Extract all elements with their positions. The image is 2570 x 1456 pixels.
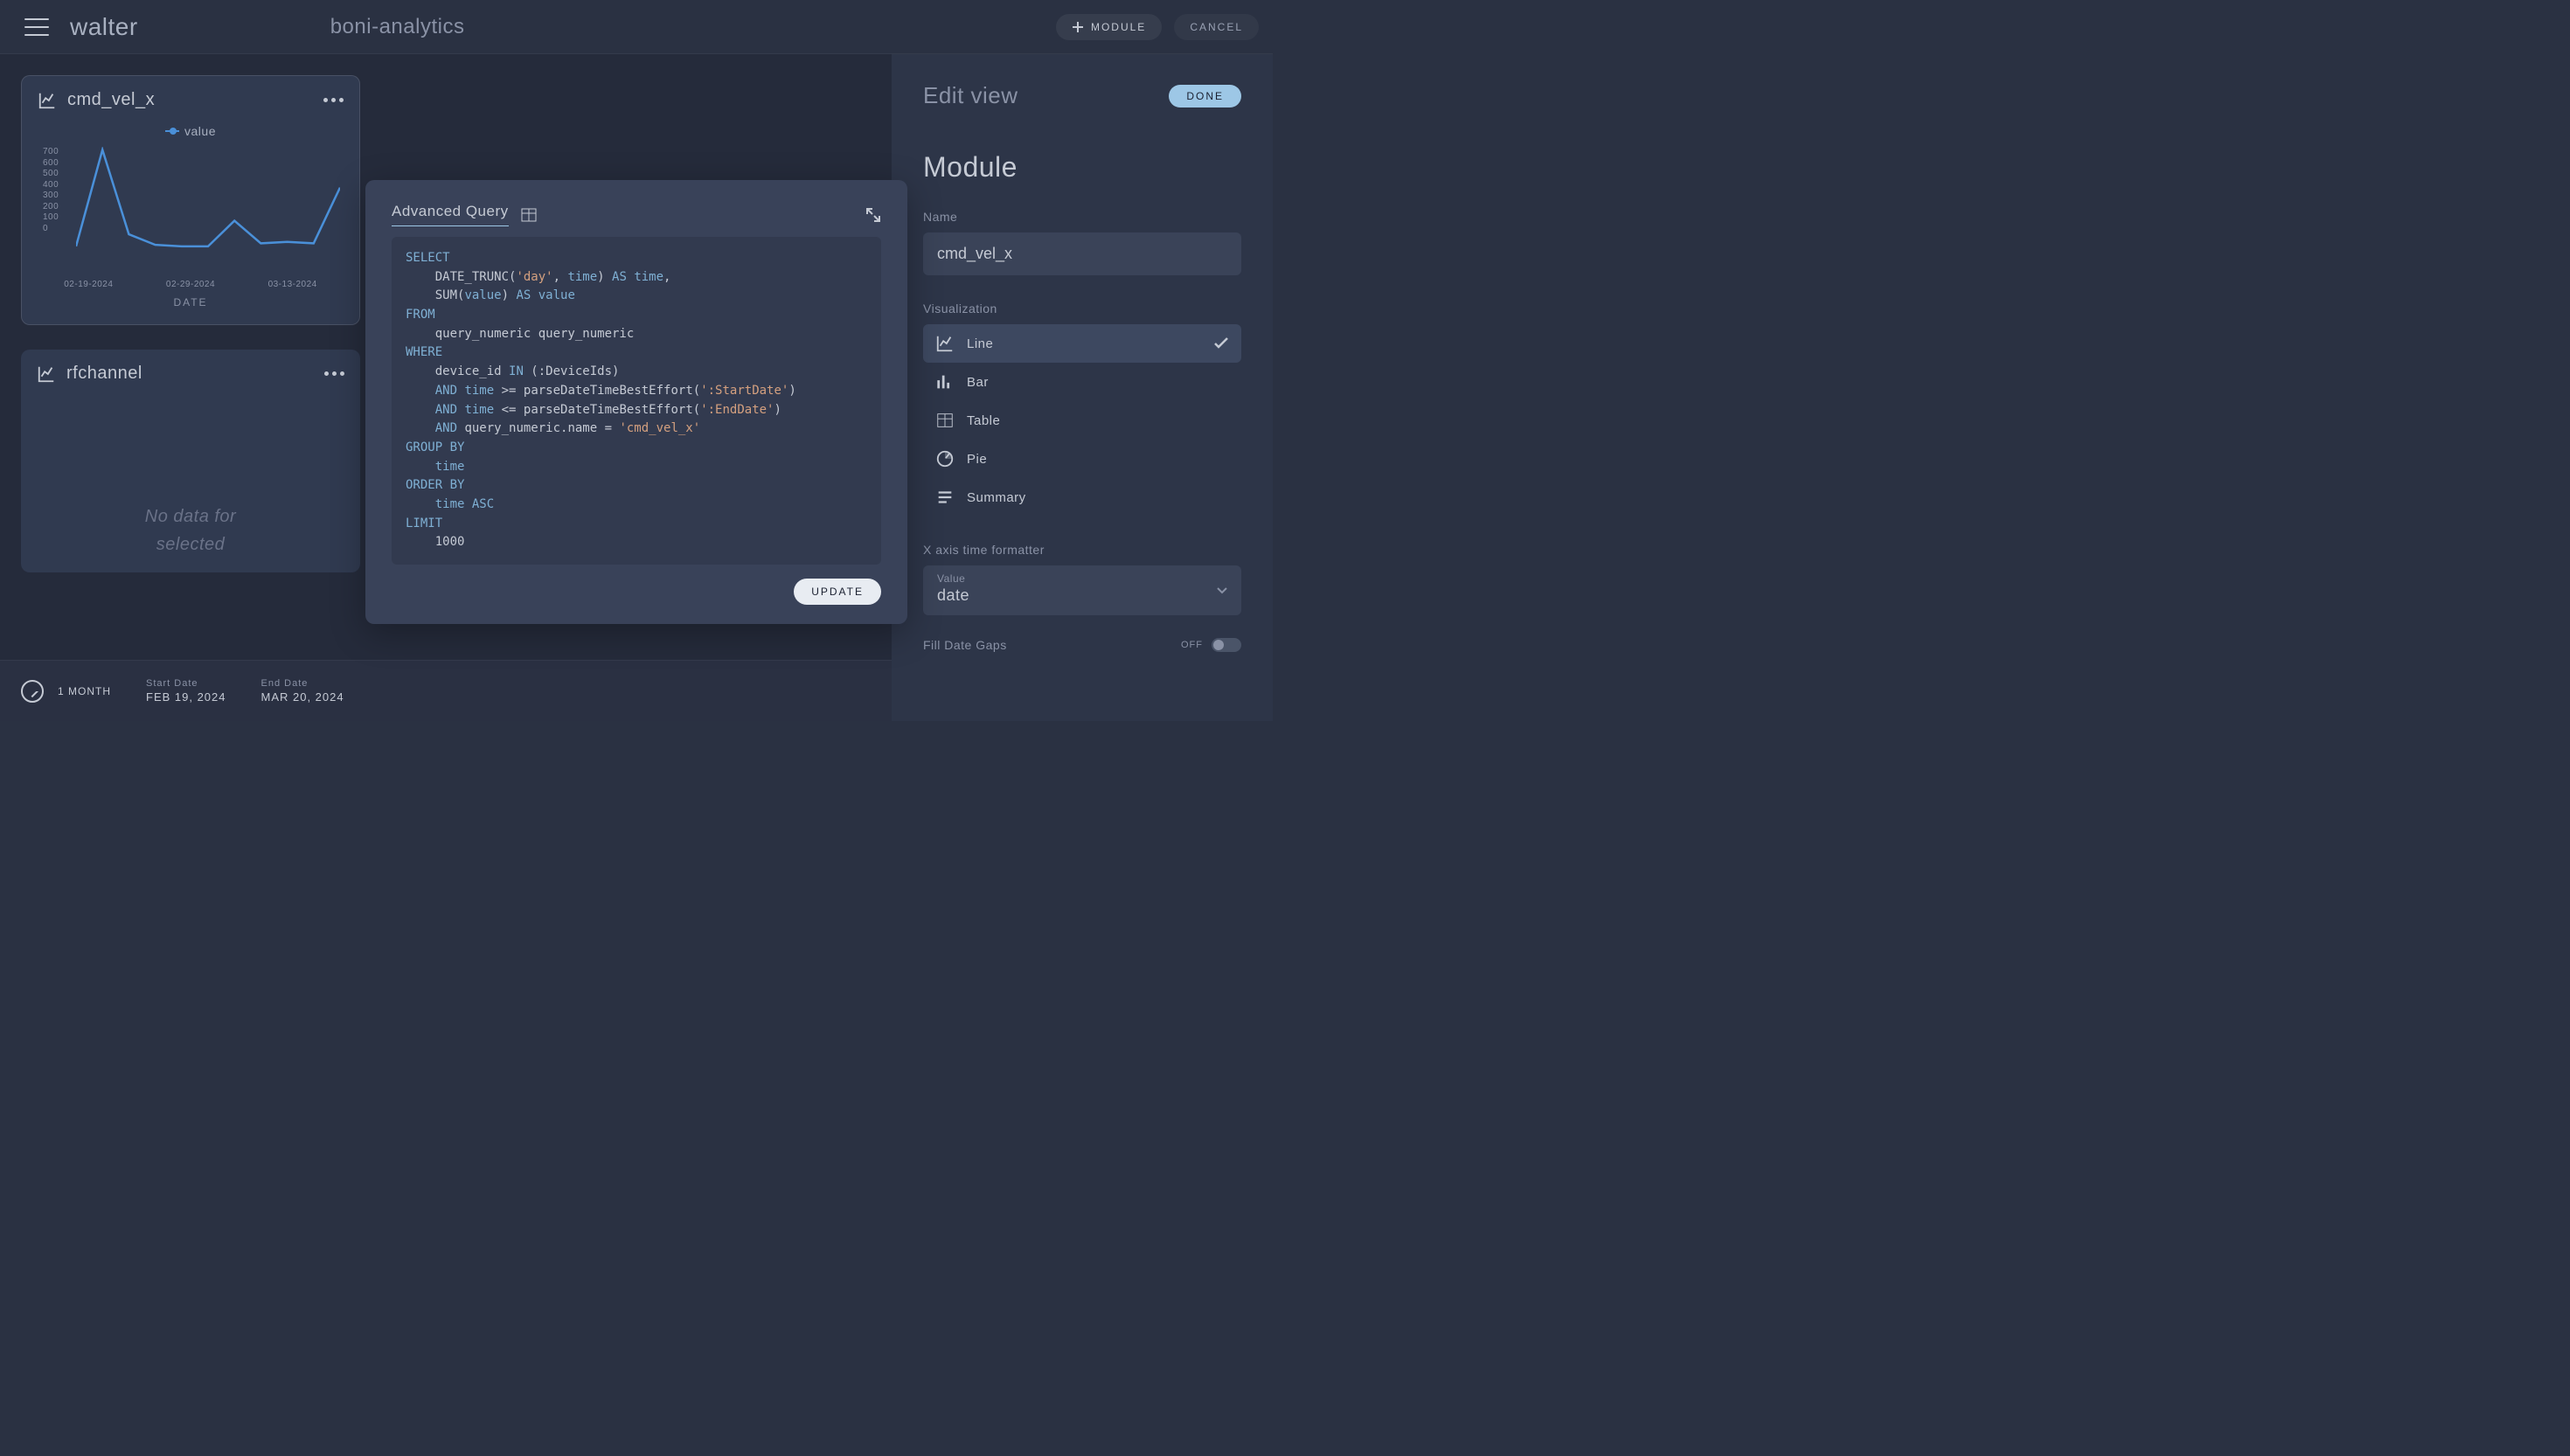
vis-option-pie[interactable]: Pie bbox=[923, 440, 1241, 478]
chevron-down-icon bbox=[1217, 587, 1227, 594]
module-title: cmd_vel_x bbox=[67, 90, 313, 110]
legend-marker-icon bbox=[165, 130, 179, 132]
mini-line-chart: 7006005004003002001000 bbox=[38, 145, 344, 276]
fill-gaps-toggle[interactable] bbox=[1212, 638, 1241, 652]
xaxis-formatter-label: X axis time formatter bbox=[923, 543, 1241, 557]
brand-name: walter bbox=[70, 13, 138, 41]
fill-gaps-label: Fill Date Gaps bbox=[923, 638, 1007, 652]
vis-option-table[interactable]: Table bbox=[923, 401, 1241, 440]
section-title: Module bbox=[923, 151, 1241, 184]
expand-icon[interactable] bbox=[865, 207, 881, 223]
sql-editor[interactable]: SELECT DATE_TRUNC('day', time) AS time, … bbox=[392, 237, 881, 565]
toggle-state: OFF bbox=[1181, 640, 1203, 650]
name-input[interactable] bbox=[923, 232, 1241, 275]
plus-icon bbox=[1072, 21, 1084, 33]
vis-option-bar[interactable]: Bar bbox=[923, 363, 1241, 401]
x-axis-ticks: 02-19-202402-29-202403-13-2024 bbox=[38, 280, 344, 289]
check-icon bbox=[1213, 337, 1229, 350]
hamburger-icon[interactable] bbox=[24, 18, 49, 36]
visualization-list: LineBarTablePieSummary bbox=[923, 324, 1241, 517]
clock-icon bbox=[21, 680, 44, 703]
module-card-rfchannel[interactable]: rfchannel No data for selected bbox=[21, 350, 360, 572]
end-date-block[interactable]: End Date MAR 20, 2024 bbox=[261, 678, 344, 704]
name-label: Name bbox=[923, 210, 1241, 224]
done-button[interactable]: DONE bbox=[1169, 85, 1241, 107]
edit-panel: Edit view DONE Module Name Visualization… bbox=[892, 54, 1273, 721]
visualization-label: Visualization bbox=[923, 302, 1241, 315]
vis-option-line[interactable]: Line bbox=[923, 324, 1241, 363]
summary-icon bbox=[935, 488, 955, 507]
line-icon bbox=[935, 334, 955, 353]
xaxis-formatter-select[interactable]: Value date bbox=[923, 565, 1241, 615]
module-title: rfchannel bbox=[66, 364, 314, 384]
no-data-message: No data for selected bbox=[37, 398, 344, 558]
module-menu-icon[interactable] bbox=[324, 371, 344, 376]
app-header: walter boni-analytics MODULE CANCEL bbox=[0, 0, 1273, 54]
bar-icon bbox=[935, 372, 955, 392]
x-axis-label: DATE bbox=[38, 296, 344, 309]
cancel-button[interactable]: CANCEL bbox=[1174, 14, 1259, 40]
start-date-block[interactable]: Start Date FEB 19, 2024 bbox=[146, 678, 226, 704]
vis-option-summary[interactable]: Summary bbox=[923, 478, 1241, 517]
y-axis-ticks: 7006005004003002001000 bbox=[43, 147, 59, 233]
module-menu-icon[interactable] bbox=[323, 98, 344, 102]
table-icon bbox=[935, 411, 955, 430]
update-button[interactable]: UPDATE bbox=[794, 579, 881, 605]
modal-title[interactable]: Advanced Query bbox=[392, 203, 509, 226]
edit-view-title: Edit view bbox=[923, 82, 1018, 109]
line-chart-icon bbox=[38, 91, 57, 110]
advanced-query-modal: Advanced Query SELECT DATE_TRUNC('day', … bbox=[365, 180, 907, 624]
range-label[interactable]: 1 MONTH bbox=[58, 685, 111, 697]
module-card-cmd-vel-x[interactable]: cmd_vel_x value 7006005004003002001000 bbox=[21, 75, 360, 325]
add-module-button[interactable]: MODULE bbox=[1056, 14, 1162, 40]
page-title: boni-analytics bbox=[330, 15, 1056, 39]
dashboard-area: cmd_vel_x value 7006005004003002001000 bbox=[0, 54, 892, 721]
date-range-bar: 1 MONTH Start Date FEB 19, 2024 End Date… bbox=[0, 660, 892, 721]
line-chart-icon bbox=[37, 364, 56, 384]
chart-legend: value bbox=[38, 124, 344, 138]
pie-icon bbox=[935, 449, 955, 468]
table-icon[interactable] bbox=[521, 208, 537, 222]
